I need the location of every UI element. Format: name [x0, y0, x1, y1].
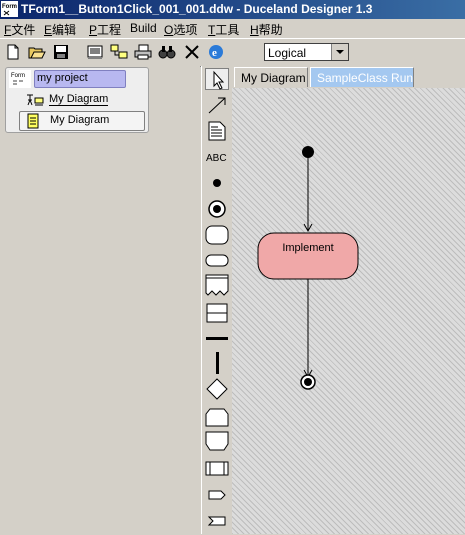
diagram-canvas[interactable]: Implement — [232, 88, 465, 534]
project-tree: Form my project My Diagram My Diagram — [5, 67, 149, 133]
print-icon[interactable] — [134, 43, 152, 60]
project-pane — [0, 66, 200, 534]
pointer-tool[interactable] — [205, 68, 229, 90]
text-tool[interactable]: ABC — [205, 146, 229, 168]
diagram-tabs: My Diagram SampleClass Run — [232, 66, 465, 88]
chevron-down-icon[interactable] — [331, 44, 348, 60]
svg-text:e: e — [212, 47, 217, 59]
diagram-icon — [26, 93, 44, 109]
frame-tool[interactable] — [205, 302, 229, 324]
form-icon: Form — [9, 70, 31, 88]
shape-b-tool[interactable] — [205, 430, 229, 452]
browser-icon[interactable]: e — [207, 43, 225, 60]
open-folder-icon[interactable] — [28, 43, 46, 60]
save-icon[interactable] — [52, 43, 70, 60]
tab-label: My Diagram — [241, 71, 306, 85]
menu-bar: F文件 E编辑 P工程 Build O选项 T工具 H帮助 — [0, 19, 465, 37]
tree-item-my-diagram[interactable]: My Diagram — [49, 93, 109, 106]
menu-file[interactable]: F文件 — [4, 21, 35, 38]
tree-item-label: My Diagram — [50, 114, 110, 126]
tab-sampleclass-run[interactable]: SampleClass Run — [310, 67, 414, 87]
menu-options[interactable]: O选项 — [164, 21, 197, 38]
svg-text:Form: Form — [2, 4, 17, 10]
toolbar: e Logical — [0, 38, 465, 67]
tree-root-label: my project — [37, 72, 88, 84]
tree-item-selected-row[interactable]: My Diagram — [19, 111, 145, 131]
initial-node[interactable] — [302, 146, 314, 158]
document-shape-tool[interactable] — [205, 274, 229, 296]
action-node-label: Implement — [282, 242, 334, 254]
app-icon: Form — [1, 1, 18, 17]
decision-tool[interactable] — [205, 378, 229, 400]
new-file-icon[interactable] — [4, 43, 22, 60]
svg-text:Form: Form — [11, 73, 25, 79]
note-tool[interactable] — [205, 120, 229, 142]
hierarchy-icon[interactable] — [110, 43, 128, 60]
menu-help[interactable]: H帮助 — [250, 21, 283, 38]
menu-build[interactable]: Build — [130, 21, 157, 35]
arrow-tool[interactable] — [205, 94, 229, 116]
menu-edit[interactable]: E编辑 — [44, 21, 76, 38]
find-icon[interactable] — [158, 43, 176, 60]
title-bar: Form TForm1__Button1Click_001_001.ddw - … — [0, 0, 465, 19]
view-select[interactable]: Logical — [264, 43, 349, 61]
tree-item-label: My Diagram — [49, 93, 109, 105]
menu-tools[interactable]: T工具 — [208, 21, 239, 38]
final-node-core — [304, 378, 312, 386]
final-node-tool[interactable] — [205, 198, 229, 220]
send-signal-tool[interactable] — [205, 484, 229, 506]
swimlane-tool[interactable] — [205, 458, 229, 480]
tool-palette: ABC — [201, 66, 233, 534]
action-node-shape[interactable] — [257, 232, 359, 280]
rounded-rect-tool[interactable] — [205, 224, 229, 246]
tree-root-project[interactable]: my project — [34, 70, 126, 88]
svg-text:ABC: ABC — [206, 153, 227, 164]
initial-node-tool[interactable] — [205, 172, 229, 194]
vertical-bar-tool[interactable] — [205, 352, 229, 374]
view-select-value: Logical — [268, 46, 307, 60]
menu-project[interactable]: P工程 — [89, 21, 121, 38]
state-tool[interactable] — [205, 250, 229, 272]
horizontal-bar-tool[interactable] — [205, 328, 229, 350]
window-title: TForm1__Button1Click_001_001.ddw - Ducel… — [21, 2, 373, 16]
tab-my-diagram[interactable]: My Diagram — [234, 67, 308, 87]
shape-a-tool[interactable] — [205, 406, 229, 428]
document-icon — [26, 113, 40, 129]
properties-icon[interactable] — [86, 43, 104, 60]
tab-label: SampleClass Run — [317, 71, 414, 85]
receive-signal-tool[interactable] — [205, 510, 229, 532]
close-icon[interactable] — [183, 43, 201, 60]
